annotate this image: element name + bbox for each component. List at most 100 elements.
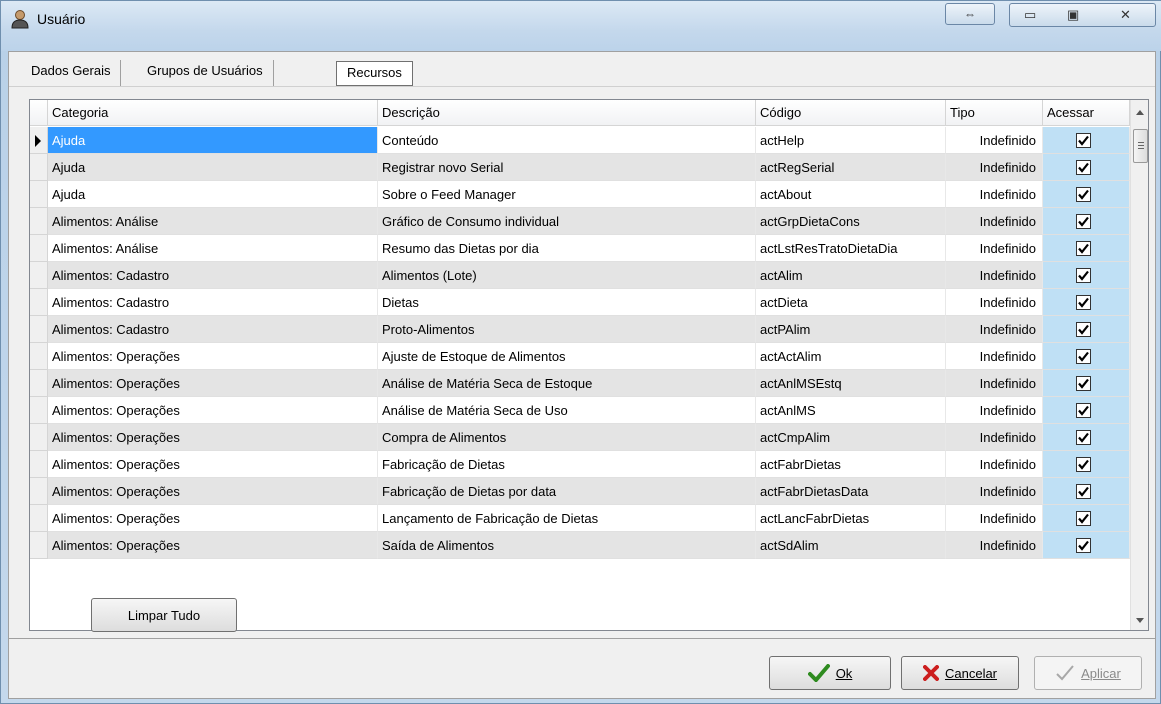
cell-categoria[interactable]: Alimentos: Operações: [48, 532, 378, 559]
cell-descricao[interactable]: Análise de Matéria Seca de Uso: [378, 397, 756, 424]
cell-tipo[interactable]: Indefinido: [946, 127, 1043, 154]
cell-codigo[interactable]: actCmpAlim: [756, 424, 946, 451]
tab-recursos[interactable]: Recursos: [336, 61, 413, 86]
cell-descricao[interactable]: Ajuste de Estoque de Alimentos: [378, 343, 756, 370]
cell-codigo[interactable]: actLancFabrDietas: [756, 505, 946, 532]
row-indicator[interactable]: [30, 370, 48, 397]
cell-categoria[interactable]: Alimentos: Cadastro: [48, 262, 378, 289]
table-row[interactable]: Alimentos: Cadastro Proto-Alimentos actPAl…: [30, 316, 1130, 343]
acessar-checkbox[interactable]: [1076, 403, 1091, 418]
tab-grupos-de-usuarios[interactable]: Grupos de Usuários: [137, 60, 274, 87]
cell-descricao[interactable]: Gráfico de Consumo individual: [378, 208, 756, 235]
acessar-checkbox[interactable]: [1076, 484, 1091, 499]
header-tipo[interactable]: Tipo: [946, 100, 1043, 126]
table-row[interactable]: Alimentos: Cadastro Dietas actDieta Indefin…: [30, 289, 1130, 316]
cell-tipo[interactable]: Indefinido: [946, 370, 1043, 397]
cancel-button[interactable]: Cancelar: [901, 656, 1019, 690]
cell-descricao[interactable]: Resumo das Dietas por dia: [378, 235, 756, 262]
table-row[interactable]: Alimentos: Operações Análise de Matéria S…: [30, 397, 1130, 424]
table-row[interactable]: Alimentos: Análise Resumo das Dietas por …: [30, 235, 1130, 262]
cell-categoria[interactable]: Alimentos: Análise: [48, 208, 378, 235]
cell-descricao[interactable]: Compra de Alimentos: [378, 424, 756, 451]
table-row[interactable]: Alimentos: Análise Gráfico de Consumo ind…: [30, 208, 1130, 235]
scroll-thumb[interactable]: [1133, 129, 1148, 163]
row-indicator[interactable]: [30, 235, 48, 262]
cell-categoria[interactable]: Alimentos: Operações: [48, 478, 378, 505]
maximize-icon[interactable]: ▣: [1067, 7, 1079, 23]
cell-descricao[interactable]: Fabricação de Dietas: [378, 451, 756, 478]
cell-descricao[interactable]: Lançamento de Fabricação de Dietas: [378, 505, 756, 532]
row-indicator[interactable]: [30, 127, 48, 154]
cell-codigo[interactable]: actSdAlim: [756, 532, 946, 559]
table-row[interactable]: Ajuda Conteúdo actHelp Indefinido: [30, 127, 1130, 154]
cell-categoria[interactable]: Ajuda: [48, 127, 378, 154]
acessar-checkbox[interactable]: [1076, 511, 1091, 526]
acessar-checkbox[interactable]: [1076, 538, 1091, 553]
table-row[interactable]: Alimentos: Operações Lançamento de Fabric…: [30, 505, 1130, 532]
cell-descricao[interactable]: Dietas: [378, 289, 756, 316]
close-icon[interactable]: ✕: [1120, 7, 1131, 23]
scroll-down-icon[interactable]: [1136, 618, 1144, 623]
ok-button[interactable]: Ok: [769, 656, 891, 690]
cell-descricao[interactable]: Fabricação de Dietas por data: [378, 478, 756, 505]
clear-all-button[interactable]: Limpar Tudo: [91, 598, 237, 632]
cell-descricao[interactable]: Análise de Matéria Seca de Estoque: [378, 370, 756, 397]
cell-tipo[interactable]: Indefinido: [946, 316, 1043, 343]
cell-codigo[interactable]: actAnlMS: [756, 397, 946, 424]
cell-codigo[interactable]: actAbout: [756, 181, 946, 208]
table-row[interactable]: Alimentos: Operações Fabricação de Dietas…: [30, 451, 1130, 478]
row-indicator[interactable]: [30, 451, 48, 478]
cell-categoria[interactable]: Alimentos: Análise: [48, 235, 378, 262]
acessar-checkbox[interactable]: [1076, 268, 1091, 283]
apply-button[interactable]: Aplicar: [1034, 656, 1142, 690]
minimize-icon[interactable]: ▭: [1024, 7, 1036, 23]
acessar-checkbox[interactable]: [1076, 241, 1091, 256]
acessar-checkbox[interactable]: [1076, 322, 1091, 337]
table-row[interactable]: Alimentos: Operações Análise de Matéria S…: [30, 370, 1130, 397]
header-categoria[interactable]: Categoria: [48, 100, 378, 126]
cell-categoria[interactable]: Alimentos: Operações: [48, 451, 378, 478]
cell-tipo[interactable]: Indefinido: [946, 289, 1043, 316]
cell-tipo[interactable]: Indefinido: [946, 397, 1043, 424]
cell-categoria[interactable]: Alimentos: Operações: [48, 424, 378, 451]
table-row[interactable]: Alimentos: Cadastro Alimentos (Lote) actAl…: [30, 262, 1130, 289]
row-indicator[interactable]: [30, 532, 48, 559]
acessar-checkbox[interactable]: [1076, 349, 1091, 364]
row-indicator[interactable]: [30, 478, 48, 505]
acessar-checkbox[interactable]: [1076, 214, 1091, 229]
cell-tipo[interactable]: Indefinido: [946, 532, 1043, 559]
header-acessar[interactable]: Acessar: [1043, 100, 1130, 126]
cell-codigo[interactable]: actAlim: [756, 262, 946, 289]
cell-categoria[interactable]: Alimentos: Operações: [48, 397, 378, 424]
row-indicator[interactable]: [30, 316, 48, 343]
table-row[interactable]: Alimentos: Operações Compra de Alimentos a…: [30, 424, 1130, 451]
swap-arrows-icon[interactable]: ⇔: [945, 3, 995, 25]
cell-categoria[interactable]: Alimentos: Operações: [48, 370, 378, 397]
table-row[interactable]: Ajuda Sobre o Feed Manager actAbout Indefin…: [30, 181, 1130, 208]
resources-grid[interactable]: Categoria Descrição Código Tipo Acessar …: [29, 99, 1149, 631]
row-indicator[interactable]: [30, 343, 48, 370]
acessar-checkbox[interactable]: [1076, 457, 1091, 472]
cell-codigo[interactable]: actHelp: [756, 127, 946, 154]
row-indicator[interactable]: [30, 262, 48, 289]
cell-categoria[interactable]: Alimentos: Operações: [48, 343, 378, 370]
cell-categoria[interactable]: Ajuda: [48, 181, 378, 208]
cell-codigo[interactable]: actPAlim: [756, 316, 946, 343]
table-row[interactable]: Ajuda Registrar novo Serial actRegSerial In…: [30, 154, 1130, 181]
cell-codigo[interactable]: actFabrDietas: [756, 451, 946, 478]
cell-codigo[interactable]: actActAlim: [756, 343, 946, 370]
row-indicator[interactable]: [30, 154, 48, 181]
cell-tipo[interactable]: Indefinido: [946, 505, 1043, 532]
cell-descricao[interactable]: Conteúdo: [378, 127, 756, 154]
cell-codigo[interactable]: actFabrDietasData: [756, 478, 946, 505]
cell-tipo[interactable]: Indefinido: [946, 208, 1043, 235]
tab-dados-gerais[interactable]: Dados Gerais: [21, 60, 122, 87]
row-indicator[interactable]: [30, 181, 48, 208]
header-codigo[interactable]: Código: [756, 100, 946, 126]
row-indicator[interactable]: [30, 424, 48, 451]
cell-tipo[interactable]: Indefinido: [946, 478, 1043, 505]
cell-descricao[interactable]: Saída de Alimentos: [378, 532, 756, 559]
scroll-up-icon[interactable]: [1136, 110, 1144, 115]
table-row[interactable]: Alimentos: Operações Fabricação de Dietas…: [30, 478, 1130, 505]
cell-tipo[interactable]: Indefinido: [946, 154, 1043, 181]
